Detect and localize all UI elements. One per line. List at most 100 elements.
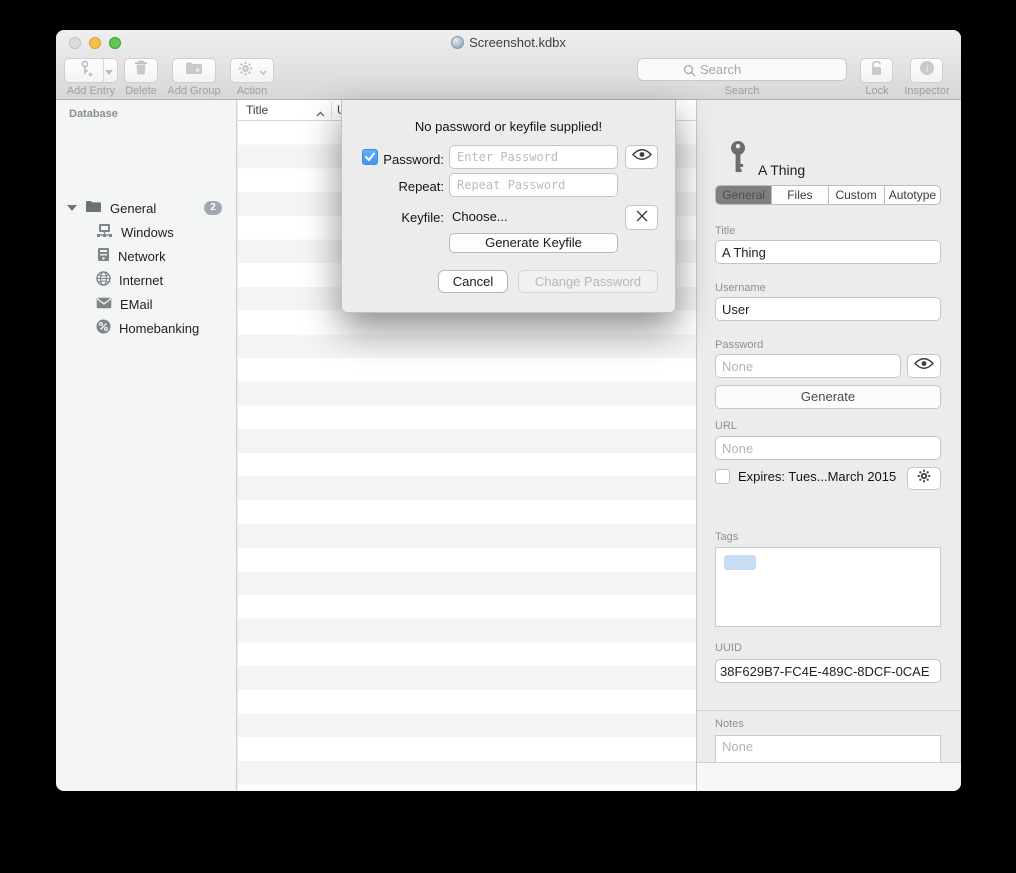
globe-icon: [96, 271, 111, 289]
x-icon: [636, 209, 648, 227]
tags-label: Tags: [715, 531, 738, 543]
info-icon: i: [919, 60, 935, 81]
sidebar-header: Database: [69, 108, 118, 120]
section-divider: [697, 710, 961, 711]
column-divider[interactable]: [331, 102, 332, 118]
inspector-panel: A Thing General Files Custom Autotype Ti…: [696, 100, 961, 791]
cancel-button[interactable]: Cancel: [438, 270, 508, 293]
tab-files[interactable]: Files: [772, 186, 828, 204]
keyfile-popup-value: Choose...: [452, 209, 508, 224]
expires-settings-button[interactable]: [907, 467, 941, 490]
reveal-password-button[interactable]: [907, 354, 941, 378]
lock-open-icon: [869, 60, 884, 82]
sidebar-item-homebanking[interactable]: Homebanking: [56, 316, 236, 340]
windows-network-icon: [96, 223, 113, 241]
generate-password-button[interactable]: Generate: [715, 385, 941, 409]
inspector-button[interactable]: i: [910, 58, 943, 83]
search-field[interactable]: [637, 58, 847, 81]
lock-button[interactable]: [860, 58, 893, 83]
sort-ascending-icon: [316, 106, 325, 120]
sidebar-item-label: Internet: [119, 273, 163, 288]
uuid-label: UUID: [715, 642, 742, 654]
column-header-title[interactable]: Title: [246, 103, 268, 117]
delete-label: Delete: [119, 85, 163, 97]
username-field[interactable]: [715, 297, 941, 321]
title-label: Title: [715, 225, 735, 237]
folder-plus-icon: [185, 61, 203, 80]
clear-keyfile-button[interactable]: [625, 205, 658, 230]
lock-label: Lock: [856, 85, 898, 97]
password-field[interactable]: [715, 354, 901, 378]
sidebar-item-label: General: [110, 201, 156, 216]
action-label: Action: [230, 85, 274, 97]
disclosure-triangle-icon[interactable]: [67, 205, 77, 211]
tags-field[interactable]: [715, 547, 941, 627]
key-icon: [727, 140, 749, 179]
sidebar-item-windows[interactable]: Windows: [56, 220, 236, 244]
window-header: Screenshot.kdbx Add Entry: [56, 30, 961, 100]
reveal-password-button[interactable]: [625, 145, 658, 169]
action-button[interactable]: [230, 58, 274, 83]
delete-button[interactable]: [124, 58, 158, 83]
expires-row: Expires: Tues...March 2015: [715, 469, 896, 484]
tab-custom[interactable]: Custom: [829, 186, 885, 204]
generate-keyfile-button[interactable]: Generate Keyfile: [449, 233, 618, 253]
sidebar-item-general[interactable]: General 2: [56, 196, 236, 220]
url-field[interactable]: [715, 436, 941, 460]
trash-icon: [134, 60, 148, 81]
percent-icon: [96, 319, 111, 337]
expires-label: Expires: Tues...March 2015: [738, 469, 896, 484]
sidebar: Database General 2 Windows Network: [56, 100, 237, 791]
sidebar-item-internet[interactable]: Internet: [56, 268, 236, 292]
dropdown-arrow-icon: [105, 62, 113, 80]
tab-general[interactable]: General: [716, 186, 772, 204]
sidebar-item-email[interactable]: EMail: [56, 292, 236, 316]
password-label: Password:: [349, 152, 444, 167]
add-entry-button[interactable]: [64, 58, 118, 83]
svg-text:i: i: [925, 64, 928, 75]
username-label: Username: [715, 282, 766, 294]
search-label: Search: [697, 85, 787, 97]
url-label: URL: [715, 420, 737, 432]
add-group-button[interactable]: [172, 58, 216, 83]
search-icon: [683, 64, 696, 82]
sidebar-item-label: Windows: [121, 225, 174, 240]
keyfile-label: Keyfile:: [349, 210, 444, 225]
uuid-field[interactable]: [715, 659, 941, 683]
gear-icon: [238, 61, 253, 81]
inspector-footer: [697, 762, 961, 791]
sidebar-item-label: Network: [118, 249, 166, 264]
enter-password-field[interactable]: [449, 145, 618, 169]
dialog-message: No password or keyfile supplied!: [342, 119, 675, 134]
repeat-password-field[interactable]: [449, 173, 618, 197]
search-input[interactable]: [700, 62, 820, 77]
eye-icon: [914, 357, 934, 375]
folder-icon: [85, 200, 102, 216]
title-field[interactable]: [715, 240, 941, 264]
inspector-tabs: General Files Custom Autotype: [715, 185, 941, 205]
entry-title: A Thing: [758, 162, 805, 178]
gear-icon: [917, 469, 931, 488]
expires-checkbox[interactable]: [715, 469, 730, 484]
change-password-sheet: No password or keyfile supplied! Passwor…: [341, 100, 676, 313]
password-label: Password: [715, 339, 763, 351]
eye-icon: [632, 148, 652, 166]
document-proxy-icon: [451, 36, 464, 49]
envelope-icon: [96, 297, 112, 312]
screen: Screenshot.kdbx Add Entry: [0, 0, 1016, 873]
split-divider: [103, 59, 104, 82]
sidebar-item-label: EMail: [120, 297, 153, 312]
tab-autotype[interactable]: Autotype: [885, 186, 940, 204]
sidebar-item-label: Homebanking: [119, 321, 199, 336]
server-icon: [97, 247, 110, 265]
repeat-label: Repeat:: [349, 179, 444, 194]
add-entry-label: Add Entry: [61, 85, 121, 97]
add-group-label: Add Group: [162, 85, 226, 97]
change-password-button[interactable]: Change Password: [518, 270, 658, 293]
sidebar-item-network[interactable]: Network: [56, 244, 236, 268]
notes-label: Notes: [715, 718, 744, 730]
tag-pill[interactable]: [724, 555, 756, 570]
chevron-down-icon: [259, 62, 267, 80]
key-plus-icon: [78, 60, 94, 82]
window-title: Screenshot.kdbx: [56, 35, 961, 50]
